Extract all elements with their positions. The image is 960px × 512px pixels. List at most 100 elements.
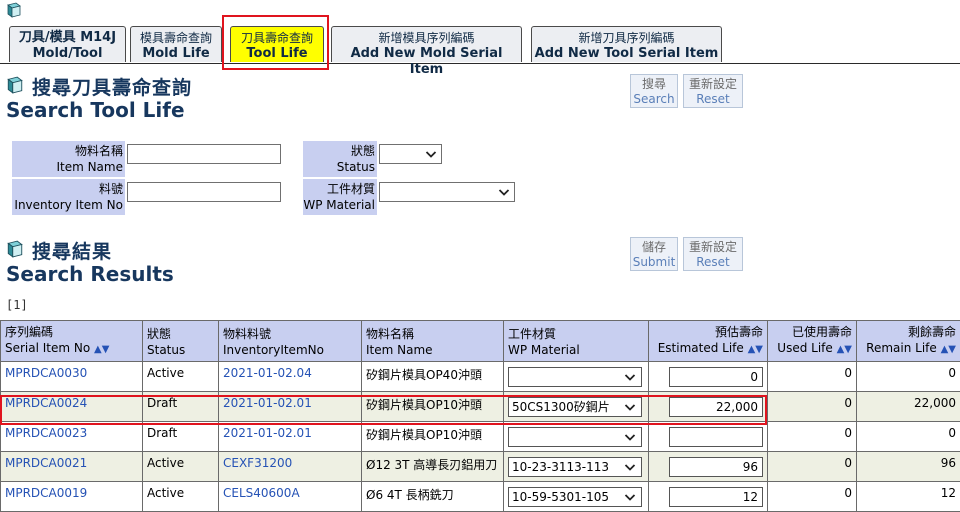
- select-value: 10-59-5301-105: [512, 490, 609, 504]
- estimated-life-input[interactable]: 0: [669, 367, 763, 387]
- inventory-link[interactable]: 2021-01-02.04: [223, 366, 312, 380]
- tab-zh-label: 模具壽命查詢: [131, 30, 221, 46]
- button-zh-label: 搜尋: [642, 77, 666, 91]
- tab-zh-label: 新增刀具序列編碼: [532, 30, 721, 46]
- status-label: 狀態 Status: [303, 141, 377, 177]
- header-zh: 工件材質: [508, 326, 644, 342]
- col-used-life-header[interactable]: 已使用壽命 Used Life ▲▼: [768, 321, 857, 362]
- used-life-cell: 0: [768, 422, 857, 452]
- estimated-life-input[interactable]: 96: [669, 457, 763, 477]
- table-row: MPRDCA0023 Draft 2021-01-02.01 矽鋼片模具OP10…: [1, 422, 960, 452]
- label-en: Status: [303, 159, 375, 175]
- reset-results-button[interactable]: 重新設定 Reset: [683, 237, 743, 271]
- select-value: 10-23-3113-113: [512, 460, 609, 474]
- tab-en-label: Add New Mold Serial Item: [332, 46, 521, 78]
- inventory-no-label: 料號 Inventory Item No: [12, 179, 125, 215]
- item-name-cell: 矽鋼片模具OP40沖頭: [362, 362, 504, 392]
- button-zh-label: 重新設定: [689, 77, 737, 91]
- button-zh-label: 重新設定: [689, 240, 737, 254]
- header-zh: 物料名稱: [366, 326, 499, 342]
- used-life-cell: 0: [768, 392, 857, 422]
- chevron-down-icon: [498, 186, 510, 198]
- inventory-no-input[interactable]: [127, 182, 281, 202]
- wp-material-cell-select[interactable]: 10-59-5301-105: [508, 487, 642, 507]
- search-title-en: Search Tool Life: [6, 98, 185, 122]
- tab-tool-life[interactable]: 刀具壽命查詢 Tool Life: [230, 26, 324, 62]
- chevron-down-icon: [624, 401, 636, 413]
- wp-material-cell-select[interactable]: [508, 427, 642, 447]
- serial-link[interactable]: MPRDCA0021: [5, 456, 87, 470]
- item-name-cell: Ø12 3T 高導長刃鋁用刀: [362, 452, 504, 482]
- tab-en-label: Mold Life: [131, 46, 221, 62]
- remain-life-cell: 0: [857, 422, 960, 452]
- label-en: Inventory Item No: [12, 197, 123, 213]
- header-en: WP Material: [508, 342, 644, 358]
- pager-page-1[interactable]: [1]: [6, 298, 28, 312]
- status-cell: Draft: [143, 422, 219, 452]
- wp-material-select[interactable]: [379, 182, 515, 202]
- header-en: Remain Life: [866, 341, 937, 355]
- chevron-down-icon: [624, 431, 636, 443]
- serial-link[interactable]: MPRDCA0023: [5, 426, 87, 440]
- col-wp-material-header: 工件材質 WP Material: [504, 321, 649, 362]
- status-cell: Active: [143, 482, 219, 512]
- tab-en-label: Mold/Tool: [10, 46, 125, 62]
- item-name-input[interactable]: [127, 144, 281, 164]
- col-inventory-header: 物料料號 InventoryItemNo: [219, 321, 362, 362]
- book-icon: [6, 76, 24, 94]
- table-row: MPRDCA0030 Active 2021-01-02.04 矽鋼片模具OP4…: [1, 362, 960, 392]
- estimated-life-input[interactable]: 12: [669, 487, 763, 507]
- sort-icon[interactable]: ▲▼: [748, 344, 763, 355]
- search-button[interactable]: 搜尋 Search: [630, 74, 678, 108]
- tab-en-label: Tool Life: [231, 46, 323, 62]
- reset-button[interactable]: 重新設定 Reset: [683, 74, 743, 108]
- chevron-down-icon: [624, 461, 636, 473]
- inventory-link[interactable]: 2021-01-02.01: [223, 426, 312, 440]
- label-zh: 工件材質: [303, 181, 375, 197]
- tab-add-mold-serial[interactable]: 新增模具序列編碼 Add New Mold Serial Item: [331, 26, 522, 62]
- search-title-zh: 搜尋刀具壽命查詢: [32, 73, 192, 100]
- sort-icon[interactable]: ▲▼: [94, 344, 109, 355]
- sort-icon[interactable]: ▲▼: [941, 344, 956, 355]
- used-life-cell: 0: [768, 452, 857, 482]
- submit-button[interactable]: 儲存 Submit: [630, 237, 678, 271]
- book-icon[interactable]: [6, 2, 22, 18]
- label-zh: 料號: [12, 181, 123, 197]
- table-header-row: 序列編碼 Serial Item No ▲▼ 狀態 Status 物料料號 In…: [1, 321, 960, 362]
- label-en: WP Material: [303, 197, 375, 213]
- col-serial-header[interactable]: 序列編碼 Serial Item No ▲▼: [1, 321, 143, 362]
- item-name-cell: 矽鋼片模具OP10沖頭: [362, 392, 504, 422]
- wp-material-cell-select[interactable]: 10-23-3113-113: [508, 457, 642, 477]
- inventory-link[interactable]: CEXF31200: [223, 456, 292, 470]
- inventory-link[interactable]: CELS40600A: [223, 486, 300, 500]
- used-life-cell: 0: [768, 482, 857, 512]
- header-en: Serial Item No: [5, 341, 90, 355]
- tab-add-tool-serial[interactable]: 新增刀具序列編碼 Add New Tool Serial Item: [531, 26, 722, 62]
- sort-icon[interactable]: ▲▼: [837, 344, 852, 355]
- status-cell: Active: [143, 362, 219, 392]
- table-row: MPRDCA0021 Active CEXF31200 Ø12 3T 高導長刃鋁…: [1, 452, 960, 482]
- inventory-link[interactable]: 2021-01-02.01: [223, 396, 312, 410]
- header-zh: 序列編碼: [5, 324, 138, 340]
- tab-mold-life[interactable]: 模具壽命查詢 Mold Life: [130, 26, 222, 62]
- tab-bar: 刀具/模具 M14J Mold/Tool 模具壽命查詢 Mold Life 刀具…: [0, 22, 960, 64]
- serial-link[interactable]: MPRDCA0030: [5, 366, 87, 380]
- wp-material-cell-select[interactable]: [508, 367, 642, 387]
- status-select[interactable]: [379, 144, 442, 164]
- header-zh: 狀態: [147, 326, 214, 342]
- wp-material-cell-select[interactable]: 50CS1300矽鋼片: [508, 397, 642, 417]
- col-remain-life-header[interactable]: 剩餘壽命 Remain Life ▲▼: [857, 321, 960, 362]
- col-estimated-life-header[interactable]: 預估壽命 Estimated Life ▲▼: [649, 321, 768, 362]
- serial-link[interactable]: MPRDCA0019: [5, 486, 87, 500]
- item-name-cell: 矽鋼片模具OP10沖頭: [362, 422, 504, 452]
- item-name-cell: Ø6 4T 長柄銑刀: [362, 482, 504, 512]
- tab-mold-tool[interactable]: 刀具/模具 M14J Mold/Tool: [9, 26, 126, 62]
- results-title-en: Search Results: [6, 262, 174, 286]
- estimated-life-input[interactable]: 22,000: [669, 397, 763, 417]
- col-status-header: 狀態 Status: [143, 321, 219, 362]
- estimated-life-input[interactable]: [669, 427, 763, 447]
- header-en: Item Name: [366, 342, 499, 358]
- serial-link[interactable]: MPRDCA0024: [5, 396, 87, 410]
- remain-life-cell: 0: [857, 362, 960, 392]
- header-zh: 物料料號: [223, 326, 357, 342]
